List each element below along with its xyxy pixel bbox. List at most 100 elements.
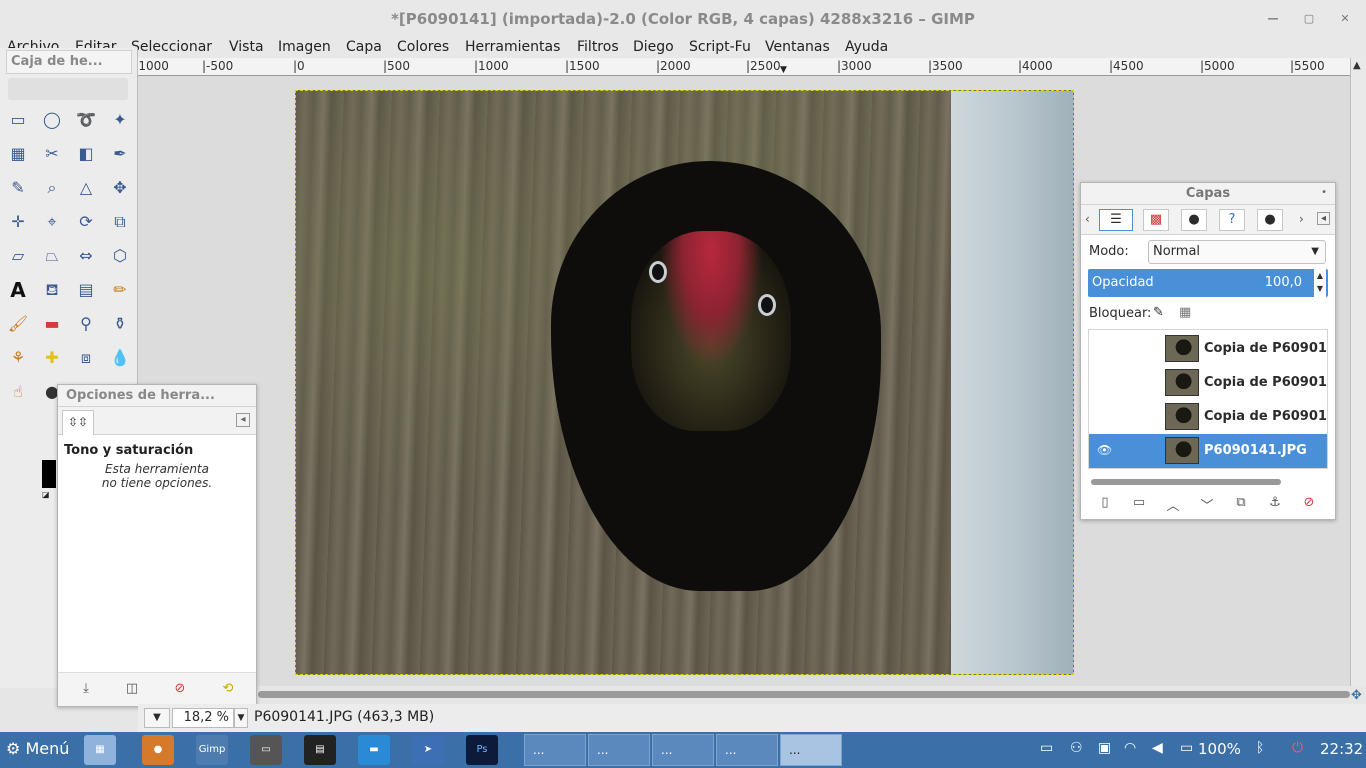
default-colors-icon[interactable]: ◪ bbox=[42, 490, 50, 499]
unit-select[interactable]: ▼ bbox=[144, 708, 170, 728]
maximize-button[interactable]: ▢ bbox=[1291, 0, 1327, 38]
menu-seleccionar[interactable]: Seleccionar bbox=[131, 39, 212, 55]
free-select-icon[interactable]: ➰ bbox=[74, 108, 98, 132]
measure-icon[interactable]: △ bbox=[74, 176, 98, 200]
opacity-slider[interactable]: Opacidad 100,0 ▲ ▼ bbox=[1088, 269, 1328, 297]
visibility-eye-icon[interactable]: 👁 bbox=[1097, 443, 1112, 457]
cage-transform-icon[interactable]: ⬡ bbox=[108, 244, 132, 268]
user-icon[interactable]: ⚇ bbox=[1070, 740, 1083, 756]
menu-vista[interactable]: Vista bbox=[229, 39, 264, 55]
paths-icon[interactable]: ✒ bbox=[108, 142, 132, 166]
clock[interactable]: 22:32 bbox=[1320, 740, 1363, 758]
minimize-button[interactable]: — bbox=[1255, 0, 1291, 38]
clone-icon[interactable]: ⚘ bbox=[6, 346, 30, 370]
wilber-drop-area[interactable] bbox=[8, 78, 128, 100]
task-files[interactable]: ... bbox=[588, 734, 650, 766]
menu-ventanas[interactable]: Ventanas bbox=[765, 39, 830, 55]
shear-icon[interactable]: ▱ bbox=[6, 244, 30, 268]
delete-layer-icon[interactable]: ⊘ bbox=[1299, 495, 1319, 513]
navigate-icon[interactable]: ✥ bbox=[1351, 688, 1362, 703]
telegram-launcher[interactable]: ➤ bbox=[412, 735, 444, 765]
menu-ayuda[interactable]: Ayuda bbox=[845, 39, 888, 55]
task-gimp-1[interactable]: ... bbox=[716, 734, 778, 766]
scale-icon[interactable]: ⧉ bbox=[108, 210, 132, 234]
align-icon[interactable]: ✛ bbox=[6, 210, 30, 234]
rect-select-icon[interactable]: ▭ bbox=[6, 108, 30, 132]
smudge-icon[interactable]: ☝ bbox=[6, 380, 30, 404]
wifi-icon[interactable]: ◠ bbox=[1124, 740, 1136, 756]
color-picker-icon[interactable]: ✎ bbox=[6, 176, 30, 200]
menu-capa[interactable]: Capa bbox=[346, 39, 382, 55]
panel-menu-icon[interactable]: • bbox=[1321, 187, 1327, 198]
tab-brushes[interactable]: ● bbox=[1257, 209, 1283, 231]
scroll-up-icon[interactable]: ▲ bbox=[1353, 60, 1361, 71]
scissors-select-icon[interactable]: ✂ bbox=[40, 142, 64, 166]
blend-icon[interactable]: ▤ bbox=[74, 278, 98, 302]
heal-icon[interactable]: ✚ bbox=[40, 346, 64, 370]
tab-help[interactable]: ? bbox=[1219, 209, 1245, 231]
menu-herramientas[interactable]: Herramientas bbox=[465, 39, 560, 55]
new-layer-group-icon[interactable]: ▭ bbox=[1129, 495, 1149, 513]
lower-layer-icon[interactable]: ﹀ bbox=[1197, 495, 1217, 514]
horizontal-scrollbar[interactable] bbox=[138, 686, 1350, 704]
foreground-color-swatch[interactable] bbox=[42, 460, 56, 488]
text-tool-icon[interactable]: A bbox=[6, 278, 30, 302]
tab-channels[interactable]: ▩ bbox=[1143, 209, 1169, 231]
tab-paths[interactable]: ● bbox=[1181, 209, 1207, 231]
firefox-launcher[interactable]: ● bbox=[142, 735, 174, 765]
flip-icon[interactable]: ⇔ bbox=[74, 244, 98, 268]
task-gimp-2[interactable]: ... bbox=[780, 734, 842, 766]
pencil-icon[interactable]: ✏ bbox=[108, 278, 132, 302]
anchor-layer-icon[interactable]: ⚓ bbox=[1265, 495, 1285, 513]
bucket-fill-icon[interactable]: ⛾ bbox=[40, 278, 64, 302]
close-button[interactable]: ✕ bbox=[1327, 0, 1363, 38]
menu-diego[interactable]: Diego bbox=[633, 39, 674, 55]
duplicate-layer-icon[interactable]: ⧉ bbox=[1231, 495, 1251, 513]
horizontal-scrollbar-thumb[interactable] bbox=[258, 691, 1350, 698]
eraser-icon[interactable]: ▬ bbox=[40, 312, 64, 336]
rotate-icon[interactable]: ⟳ bbox=[74, 210, 98, 234]
files-launcher[interactable]: ▬ bbox=[358, 735, 390, 765]
fuzzy-select-icon[interactable]: ✦ bbox=[108, 108, 132, 132]
start-menu-button[interactable]: ⚙ Menú bbox=[6, 739, 69, 758]
bluetooth-icon[interactable]: ᛒ bbox=[1256, 740, 1264, 756]
crop-icon[interactable]: ⌖ bbox=[40, 210, 64, 234]
ink-icon[interactable]: ⚱ bbox=[108, 312, 132, 336]
tab-scroll-right-icon[interactable]: › bbox=[1299, 212, 1304, 226]
layers-scrollbar[interactable] bbox=[1091, 479, 1281, 485]
desktop-launcher[interactable]: ▦ bbox=[84, 735, 116, 765]
vertical-scrollbar[interactable]: ▲ bbox=[1350, 58, 1366, 686]
tab-scroll-left-icon[interactable]: ‹ bbox=[1085, 212, 1090, 226]
menu-imagen[interactable]: Imagen bbox=[278, 39, 331, 55]
tab-layers[interactable]: ☰ bbox=[1099, 209, 1133, 231]
horizontal-ruler[interactable]: -1000 |-500 |0 |500 |1000 |1500 |2000 |2… bbox=[138, 58, 1350, 76]
blur-icon[interactable]: 💧 bbox=[108, 346, 132, 370]
layer-row[interactable]: Copia de P6090141 bbox=[1089, 400, 1327, 434]
gimp-launcher[interactable]: Gimp bbox=[196, 735, 228, 765]
airbrush-icon[interactable]: ⚲ bbox=[74, 312, 98, 336]
clipboard-icon[interactable]: ▣ bbox=[1098, 740, 1111, 756]
move-icon[interactable]: ✥ bbox=[108, 176, 132, 200]
monitor-launcher[interactable]: ▭ bbox=[250, 735, 282, 765]
tab-menu-icon[interactable]: ◂ bbox=[1317, 212, 1330, 225]
select-by-color-icon[interactable]: ▦ bbox=[6, 142, 30, 166]
menu-script-fu[interactable]: Script-Fu bbox=[689, 39, 751, 55]
task-firefox[interactable]: ... bbox=[524, 734, 586, 766]
task-image-viewer[interactable]: ... bbox=[652, 734, 714, 766]
mode-select[interactable]: Normal ▼ bbox=[1148, 240, 1326, 264]
opacity-spinner[interactable]: ▲ ▼ bbox=[1314, 269, 1326, 297]
delete-options-icon[interactable]: ⊘ bbox=[170, 681, 190, 699]
power-icon[interactable]: ⏻ bbox=[1292, 740, 1303, 756]
menu-colores[interactable]: Colores bbox=[397, 39, 449, 55]
new-layer-icon[interactable]: ▯ bbox=[1095, 495, 1115, 513]
paintbrush-icon[interactable]: 🖌 bbox=[6, 312, 30, 336]
ellipse-select-icon[interactable]: ◯ bbox=[40, 108, 64, 132]
layer-row[interactable]: Copia de P6090141 bbox=[1089, 332, 1327, 366]
perspective-clone-icon[interactable]: ⧈ bbox=[74, 346, 98, 370]
tool-options-tab[interactable]: ⇳⇳ bbox=[62, 410, 94, 435]
reset-options-icon[interactable]: ⟲ bbox=[218, 681, 238, 699]
image-photo[interactable] bbox=[295, 90, 1074, 675]
tab-menu-icon[interactable]: ◂ bbox=[236, 413, 250, 427]
menu-filtros[interactable]: Filtros bbox=[577, 39, 619, 55]
display-icon[interactable]: ▭ bbox=[1040, 740, 1053, 756]
